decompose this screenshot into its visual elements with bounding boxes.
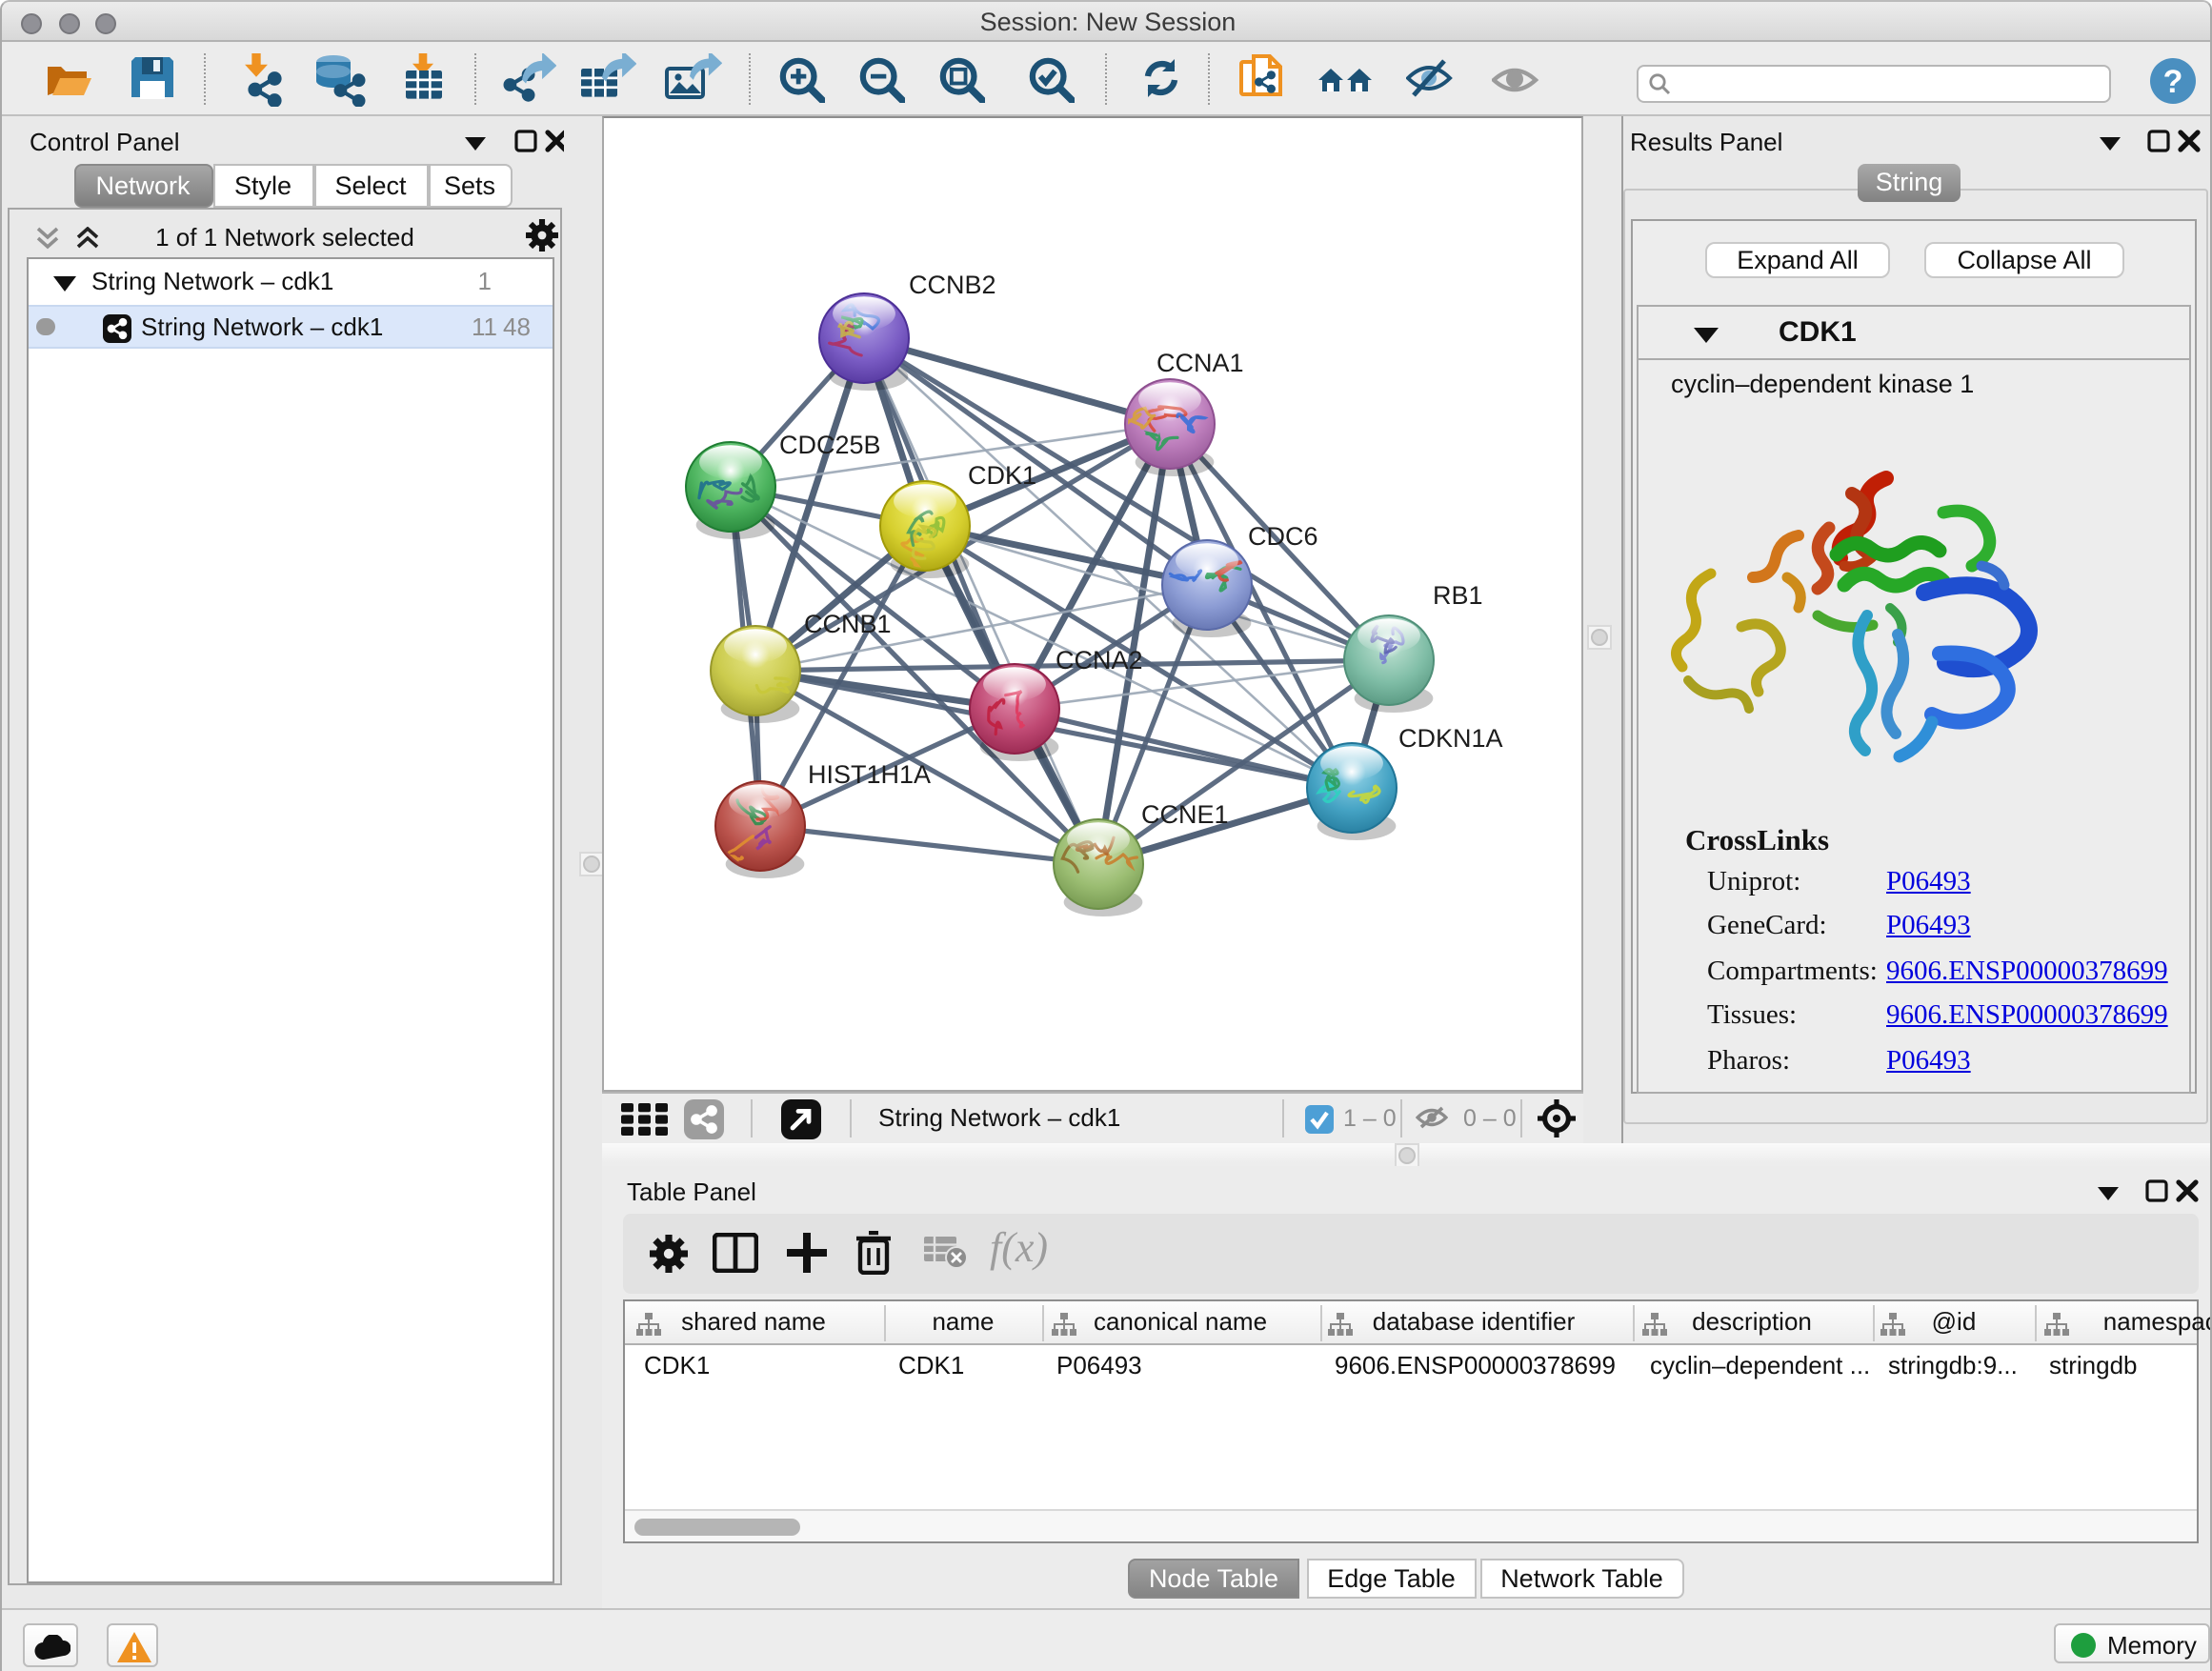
svg-text:CDKN1A: CDKN1A bbox=[1398, 724, 1503, 753]
svg-text:CCNE1: CCNE1 bbox=[1141, 800, 1229, 829]
svg-text:CCNA2: CCNA2 bbox=[1056, 646, 1143, 674]
svg-text:CDC6: CDC6 bbox=[1248, 522, 1318, 551]
svg-text:CDC25B: CDC25B bbox=[779, 431, 881, 459]
svg-text:CCNB1: CCNB1 bbox=[804, 610, 892, 638]
svg-text:CDK1: CDK1 bbox=[968, 461, 1036, 490]
svg-text:?: ? bbox=[2163, 64, 2183, 100]
svg-text:RB1: RB1 bbox=[1433, 581, 1483, 610]
svg-text:CCNB2: CCNB2 bbox=[909, 271, 996, 299]
svg-text:CCNA1: CCNA1 bbox=[1156, 349, 1244, 377]
svg-text:HIST1H1A: HIST1H1A bbox=[808, 760, 931, 789]
